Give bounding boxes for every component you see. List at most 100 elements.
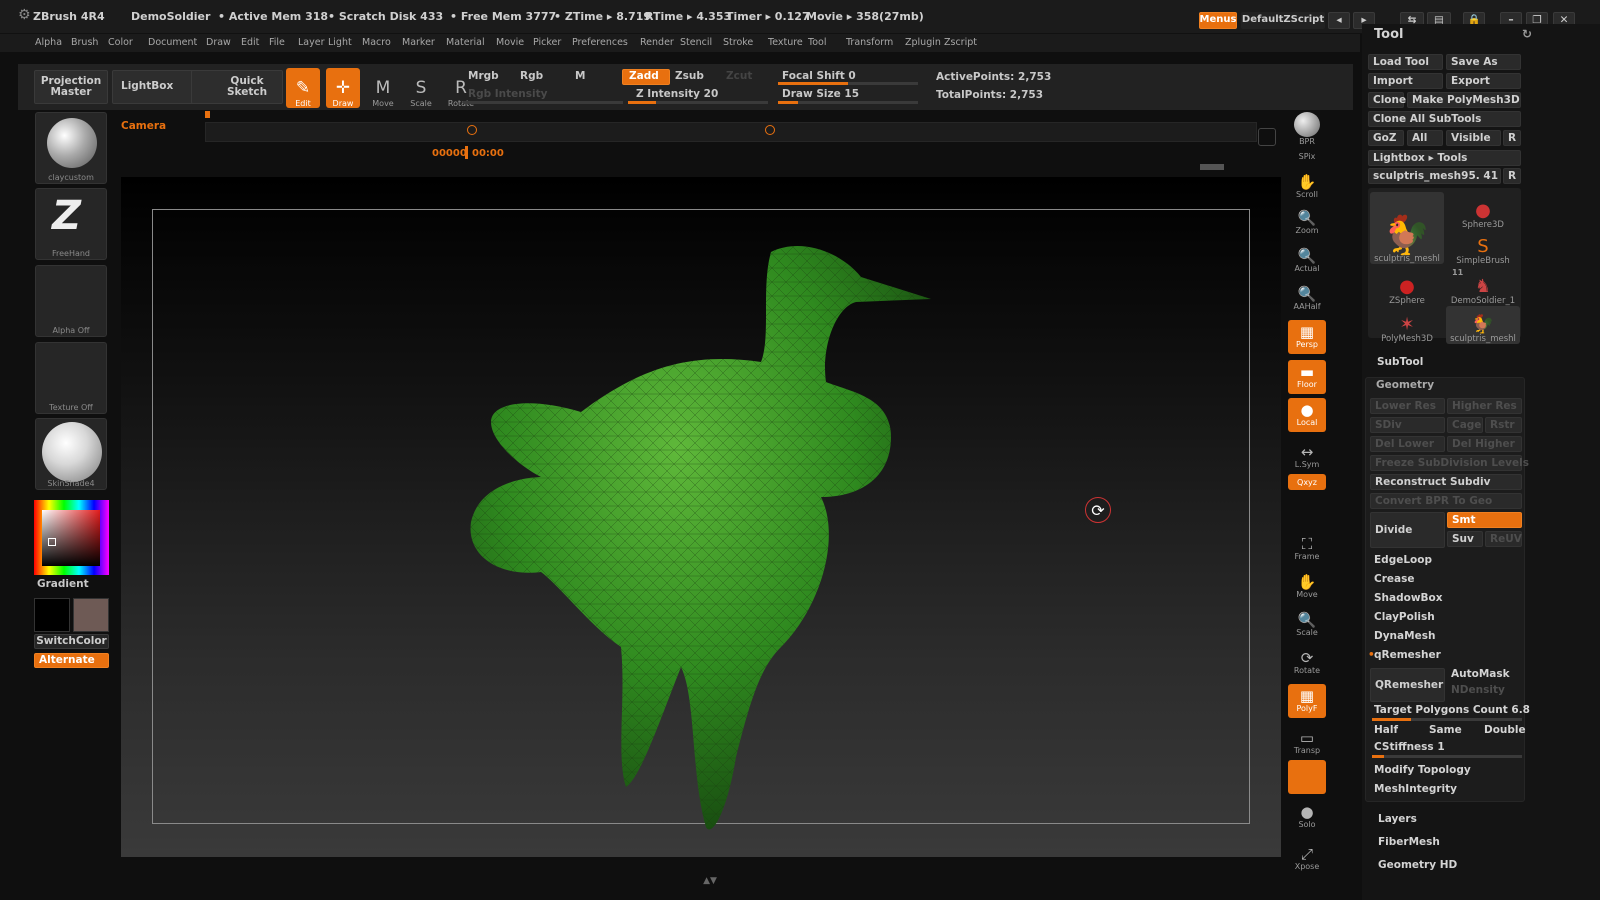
menu-stencil[interactable]: Stencil xyxy=(680,37,712,48)
cstiffness-slider[interactable] xyxy=(1372,755,1522,758)
menu-alpha[interactable]: Alpha xyxy=(35,37,62,48)
material-selector[interactable]: SkinShade4 xyxy=(35,418,107,490)
zcut-button[interactable]: Zcut xyxy=(726,70,752,82)
suv-toggle[interactable]: Suv xyxy=(1447,531,1483,547)
xyz-button[interactable]: Qxyz xyxy=(1288,474,1326,490)
menu-marker[interactable]: Marker xyxy=(402,37,435,48)
rstr-button[interactable]: Rstr xyxy=(1485,417,1522,433)
prev-layout-icon[interactable]: ◂ xyxy=(1328,12,1350,29)
menu-texture[interactable]: Texture xyxy=(768,37,803,48)
draw-mode-button[interactable]: ✛ Draw xyxy=(326,68,360,108)
rgb-intensity-slider[interactable] xyxy=(463,101,623,104)
color-picker-hue[interactable] xyxy=(34,500,109,575)
menu-light[interactable]: Light xyxy=(328,37,352,48)
same-button[interactable]: Same xyxy=(1429,724,1462,736)
brush-selector[interactable]: claycustom xyxy=(35,112,107,184)
edit-mode-button[interactable]: ✎ Edit xyxy=(286,68,320,108)
timeline-playhead[interactable] xyxy=(465,146,468,159)
spix-label[interactable]: SPix xyxy=(1288,148,1326,164)
automask-toggle[interactable]: AutoMask xyxy=(1451,668,1510,680)
half-button[interactable]: Half xyxy=(1374,724,1398,736)
make-polymesh3d-button[interactable]: Make PolyMesh3D xyxy=(1407,92,1521,108)
rgb-button[interactable]: Rgb xyxy=(520,70,543,82)
dynamesh-section[interactable]: DynaMesh xyxy=(1374,630,1435,642)
current-tool-slider[interactable]: sculptris_mesh95. 41 xyxy=(1368,168,1501,184)
sculptris-mesh-thumb[interactable]: 🐓 sculptris_meshl xyxy=(1370,192,1444,264)
lower-res-button[interactable]: Lower Res xyxy=(1370,398,1445,414)
palette-refresh-icon[interactable]: ↻ xyxy=(1522,27,1532,41)
lsym-button[interactable]: ↔ L.Sym xyxy=(1288,440,1326,474)
menu-tool[interactable]: Tool xyxy=(808,37,826,48)
export-button[interactable]: Export xyxy=(1446,73,1521,89)
move-mode-button[interactable]: M Move xyxy=(366,68,400,109)
clone-button[interactable]: Clone xyxy=(1368,92,1406,108)
del-lower-button[interactable]: Del Lower xyxy=(1370,436,1445,452)
mrgb-button[interactable]: Mrgb xyxy=(468,70,499,82)
main-color-swatch[interactable] xyxy=(34,598,70,632)
keyframe-marker[interactable] xyxy=(765,125,775,135)
clone-all-subtools-button[interactable]: Clone All SubTools xyxy=(1368,111,1521,127)
layers-section[interactable]: Layers xyxy=(1378,813,1417,825)
goz-r-button[interactable]: R xyxy=(1503,130,1521,146)
zadd-button[interactable]: Zadd xyxy=(622,69,670,85)
goz-button[interactable]: GoZ xyxy=(1368,130,1404,146)
alternate-button[interactable]: Alternate xyxy=(34,653,109,668)
menu-zplugin[interactable]: Zplugin xyxy=(905,37,941,48)
scale-view-button[interactable]: 🔍 Scale xyxy=(1288,608,1326,642)
focal-shift-slider[interactable] xyxy=(778,82,918,85)
convert-bpr-button[interactable]: Convert BPR To Geo xyxy=(1370,493,1522,509)
polymesh3d-thumb[interactable]: ✶ PolyMesh3D xyxy=(1370,306,1444,345)
smt-toggle[interactable]: Smt xyxy=(1447,512,1522,528)
import-button[interactable]: Import xyxy=(1368,73,1443,89)
m-button[interactable]: M xyxy=(575,70,585,82)
ghost-button[interactable] xyxy=(1288,760,1326,794)
aahalf-button[interactable]: 🔍 AAHalf xyxy=(1288,282,1326,316)
qremesher-button[interactable]: QRemesher xyxy=(1370,668,1445,702)
freeze-subdivision-button[interactable]: Freeze SubDivision Levels xyxy=(1370,455,1529,471)
zsphere-thumb[interactable]: ● ZSphere xyxy=(1370,268,1444,307)
xpose-button[interactable]: ⤢ Xpose xyxy=(1288,842,1326,876)
crease-section[interactable]: Crease xyxy=(1374,573,1414,585)
menu-transform[interactable]: Transform xyxy=(846,37,893,48)
color-cursor[interactable] xyxy=(48,538,56,546)
fibermesh-section[interactable]: FiberMesh xyxy=(1378,836,1440,848)
scale-mode-button[interactable]: S Scale xyxy=(404,68,438,109)
sculptris-mesh2-thumb[interactable]: 🐓 sculptris_meshl xyxy=(1446,306,1520,344)
transp-button[interactable]: ▭ Transp xyxy=(1288,726,1326,760)
simplebrush-thumb[interactable]: S SimpleBrush xyxy=(1446,228,1520,267)
edgeloop-section[interactable]: EdgeLoop xyxy=(1374,554,1432,566)
menus-button[interactable]: Menus xyxy=(1199,12,1237,29)
qremesher-section[interactable]: qRemesher xyxy=(1374,649,1441,661)
gradient-label[interactable]: Gradient xyxy=(37,578,89,590)
sdiv-slider[interactable]: SDiv xyxy=(1370,417,1445,433)
rgb-intensity-slider-label[interactable]: Rgb Intensity xyxy=(468,88,547,100)
lightbox-tools-button[interactable]: Lightbox ▸ Tools xyxy=(1368,150,1521,166)
local-button[interactable]: ● Local xyxy=(1288,398,1326,432)
quick-sketch-button[interactable]: Quick Sketch xyxy=(191,70,283,104)
draw-size-slider[interactable] xyxy=(778,101,918,104)
double-button[interactable]: Double xyxy=(1484,724,1526,736)
zsub-button[interactable]: Zsub xyxy=(675,70,704,82)
sphere3d-thumb[interactable]: ● Sphere3D xyxy=(1446,192,1520,231)
menu-render[interactable]: Render xyxy=(640,37,674,48)
menu-draw[interactable]: Draw xyxy=(206,37,231,48)
polyf-button[interactable]: ▦ PolyF xyxy=(1288,684,1326,718)
meshintegrity-section[interactable]: MeshIntegrity xyxy=(1374,783,1457,795)
zoom-button[interactable]: 🔍 Zoom xyxy=(1288,206,1326,240)
del-higher-button[interactable]: Del Higher xyxy=(1447,436,1522,452)
frame-button[interactable]: ⛶ Frame xyxy=(1288,532,1326,566)
timeline-track-label[interactable]: Camera xyxy=(121,120,166,132)
z-intensity-slider[interactable] xyxy=(628,101,768,104)
switchcolor-button[interactable]: SwitchColor xyxy=(34,634,109,649)
floor-button[interactable]: ▬ Floor xyxy=(1288,360,1326,394)
current-tool-r-button[interactable]: R xyxy=(1503,168,1521,184)
geometry-header[interactable]: Geometry xyxy=(1376,379,1434,391)
menu-material[interactable]: Material xyxy=(446,37,485,48)
stroke-selector[interactable]: Z FreeHand xyxy=(35,188,107,260)
default-zscript-button[interactable]: DefaultZScript xyxy=(1241,12,1325,29)
timeline-scroll-handle[interactable] xyxy=(1200,164,1224,170)
menu-brush[interactable]: Brush xyxy=(71,37,98,48)
menu-macro[interactable]: Macro xyxy=(362,37,391,48)
keyframe-marker[interactable] xyxy=(467,125,477,135)
divide-button[interactable]: Divide xyxy=(1370,512,1445,548)
